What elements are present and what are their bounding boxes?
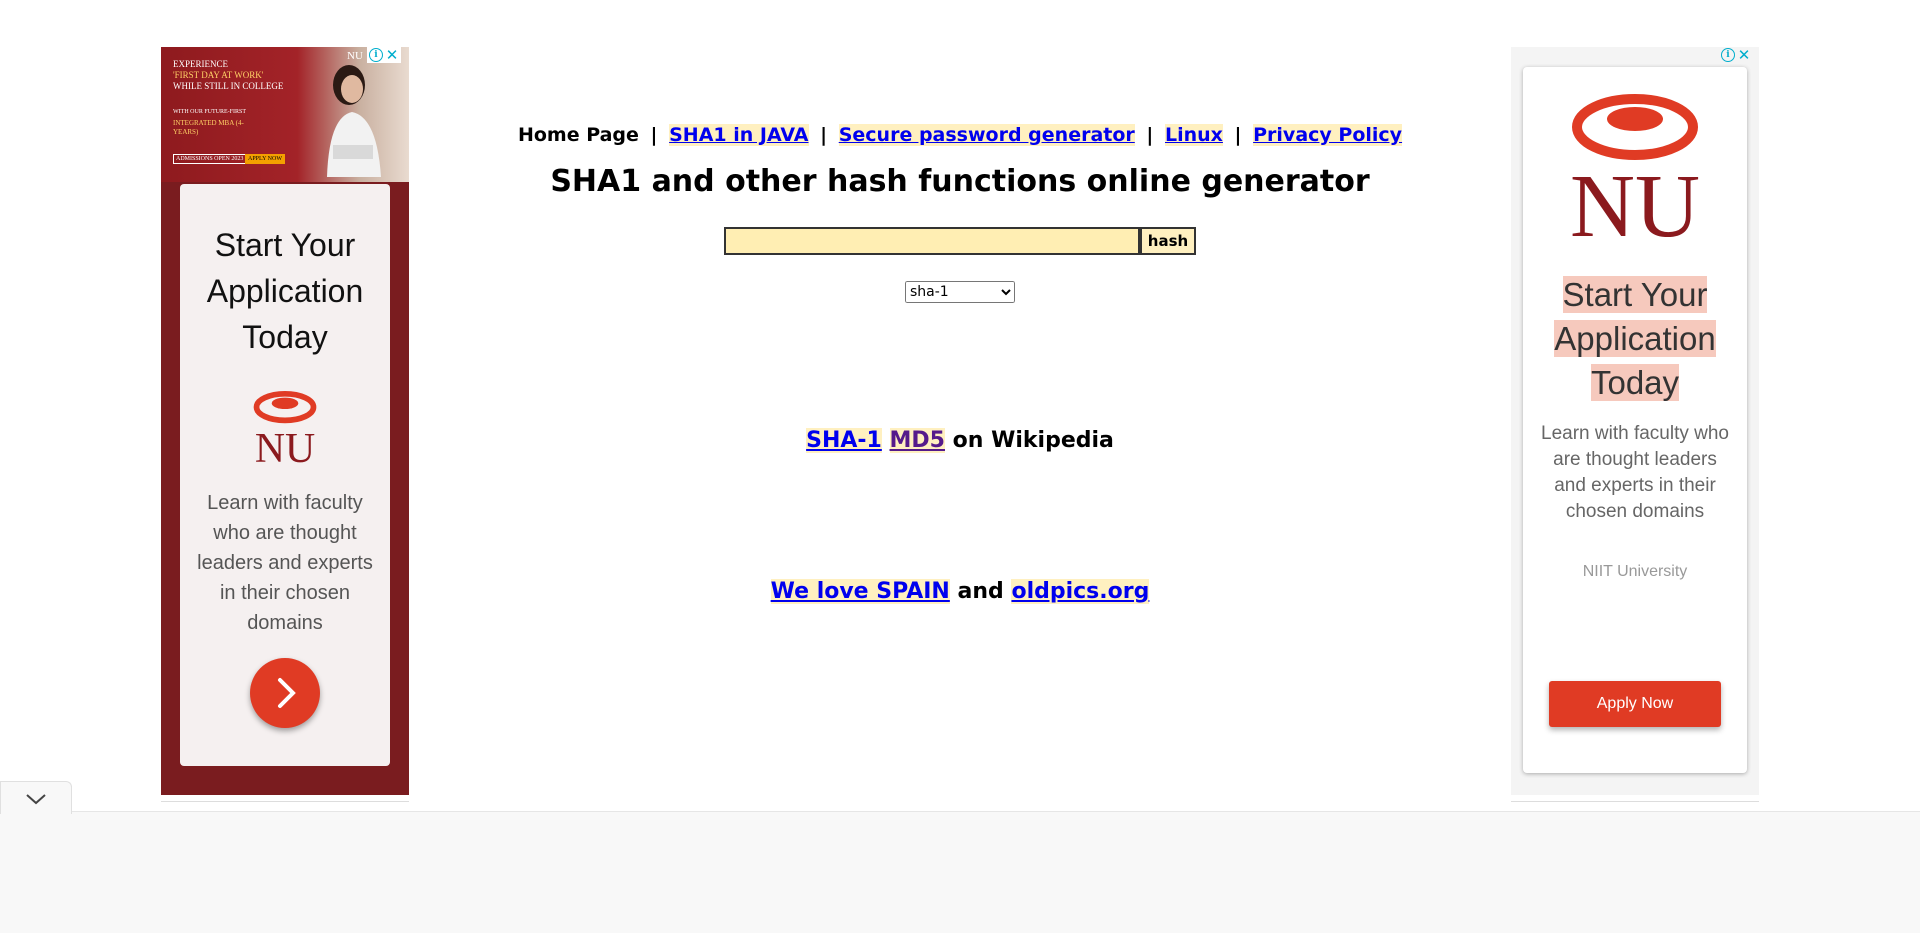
info-icon[interactable]: i [369, 48, 383, 62]
nav-link-linux[interactable]: Linux [1164, 124, 1223, 146]
banner-apply-button[interactable]: APPLY NOW [245, 154, 286, 164]
nav-separator: | [1146, 124, 1154, 146]
ad-card[interactable]: Start Your Application Today NU Learn wi… [180, 184, 390, 766]
nav-link-password-generator[interactable]: Secure password generator [838, 124, 1135, 146]
banner-text: EXPERIENCE 'FIRST DAY AT WORK' WHILE STI… [173, 59, 293, 92]
banner-badge: ADMISSIONS OPEN 2023 [173, 154, 247, 164]
spain-link[interactable]: We love SPAIN [770, 579, 950, 604]
headline-line: Application [1554, 320, 1716, 357]
wikipedia-links: SHA-1 MD5 on Wikipedia [0, 428, 1920, 453]
oldpics-link[interactable]: oldpics.org [1011, 579, 1150, 604]
left-ad[interactable]: EXPERIENCE 'FIRST DAY AT WORK' WHILE STI… [161, 47, 409, 795]
wikipedia-suffix: on Wikipedia [952, 428, 1114, 453]
ad-choices[interactable]: i ✕ [367, 47, 401, 63]
banner-line: WHILE STILL IN COLLEGE [173, 81, 284, 91]
nav-link-privacy-policy[interactable]: Privacy Policy [1253, 124, 1403, 146]
ad-choices[interactable]: i ✕ [1719, 47, 1753, 63]
info-icon[interactable]: i [1721, 48, 1735, 62]
sha1-wikipedia-link[interactable]: SHA-1 [806, 428, 882, 453]
nav-link-sha1-java[interactable]: SHA1 in JAVA [669, 124, 809, 146]
next-button[interactable] [250, 658, 320, 728]
ad-banner[interactable]: EXPERIENCE 'FIRST DAY AT WORK' WHILE STI… [161, 47, 409, 182]
page-title: SHA1 and other hash functions online gen… [550, 164, 1370, 199]
banner-line: EXPERIENCE [173, 59, 228, 69]
ad-headline: Start Your Application Today [1523, 273, 1747, 405]
close-icon[interactable]: ✕ [1737, 48, 1751, 63]
banner-line: 'FIRST DAY AT WORK' [173, 70, 264, 80]
right-ad[interactable]: i ✕ NU Start Your Application Today Lear… [1511, 47, 1759, 795]
chevron-down-icon [26, 794, 46, 805]
hash-input[interactable] [724, 227, 1140, 255]
hash-form: hash [724, 227, 1196, 255]
bottom-ad-bar [0, 811, 1920, 933]
apply-now-button[interactable]: Apply Now [1549, 681, 1721, 727]
headline-line: Start Your [1562, 276, 1708, 313]
md5-wikipedia-link[interactable]: MD5 [889, 428, 945, 453]
nav-home: Home Page [517, 124, 639, 146]
hash-button[interactable]: hash [1140, 227, 1196, 255]
nav-separator: | [1234, 124, 1242, 146]
banner-line: WITH OUR FUTURE-FIRST [173, 109, 246, 115]
top-nav: Home Page | SHA1 in JAVA | Secure passwo… [0, 124, 1920, 146]
chevron-right-icon [278, 678, 296, 708]
nav-separator: | [650, 124, 658, 146]
and-text: and [957, 579, 1004, 604]
student-photo [327, 65, 381, 177]
algorithm-select[interactable]: sha-1 [905, 281, 1015, 303]
nav-separator: | [820, 124, 828, 146]
ad-headline: Start Your Application Today [206, 227, 364, 355]
collapse-ad-button[interactable] [0, 781, 72, 814]
close-icon[interactable]: ✕ [385, 48, 399, 63]
nu-logo-small: NU [347, 50, 363, 62]
ad-body-text: Learn with faculty who are thought leade… [197, 492, 373, 634]
partner-links: We love SPAIN and oldpics.org [0, 579, 1920, 604]
headline-line: Today [1590, 364, 1680, 401]
